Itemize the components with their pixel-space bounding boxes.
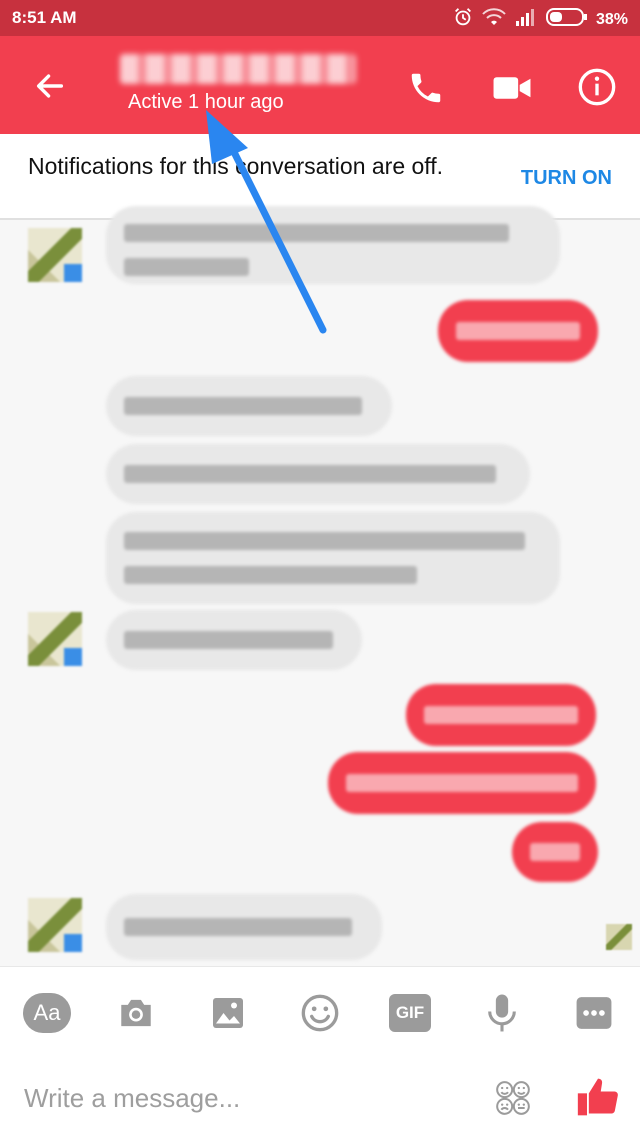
outgoing-message-bubble[interactable] [512,822,598,882]
phone-icon[interactable] [402,64,450,112]
contact-avatar[interactable] [28,228,82,282]
battery-percent: 38% [595,10,628,28]
incoming-message-bubble[interactable] [106,206,560,284]
microphone-icon[interactable] [478,989,526,1037]
text-style-icon[interactable]: Aa [22,989,72,1037]
gif-icon[interactable]: GIF [386,989,434,1037]
incoming-message-bubble[interactable] [106,444,530,504]
outgoing-message-bubble[interactable] [406,684,596,746]
incoming-message-bubble[interactable] [106,376,392,436]
back-arrow-icon[interactable] [26,62,74,110]
more-icon[interactable] [570,989,618,1037]
incoming-message-bubble[interactable] [106,512,560,604]
incoming-message-bubble[interactable] [106,894,382,960]
video-camera-icon[interactable] [486,64,538,112]
status-icons: 38% [452,6,628,33]
battery-icon [545,7,588,32]
message-composer: Aa GIF [0,966,640,1139]
camera-icon[interactable] [112,989,160,1037]
info-icon[interactable] [572,62,622,112]
conversation-header: Active 1 hour ago [0,36,640,134]
alarm-icon [452,6,474,33]
text-style-label: Aa [23,993,71,1033]
thumbs-up-like-icon[interactable] [570,1069,626,1125]
emoji-icon[interactable] [296,989,344,1037]
contact-name-redacted[interactable] [120,54,356,84]
contact-avatar[interactable] [28,898,82,952]
outgoing-message-bubble[interactable] [438,300,598,362]
status-time: 8:51 AM [12,8,77,27]
contact-active-status: Active 1 hour ago [128,91,284,113]
status-bar: 8:51 AM 38% [0,0,640,36]
seen-indicator-avatar [606,924,632,950]
gif-label: GIF [389,994,431,1032]
wifi-icon [482,7,506,32]
image-icon[interactable] [204,989,252,1037]
incoming-message-bubble[interactable] [106,610,362,670]
stickers-icon[interactable] [488,1073,538,1123]
turn-on-button[interactable]: TURN ON [521,167,612,190]
notifications-off-text: Notifications for this conversation are … [28,153,444,179]
contact-avatar[interactable] [28,612,82,666]
message-input[interactable] [22,1079,406,1117]
signal-icon [514,7,538,32]
outgoing-message-bubble[interactable] [328,752,596,814]
